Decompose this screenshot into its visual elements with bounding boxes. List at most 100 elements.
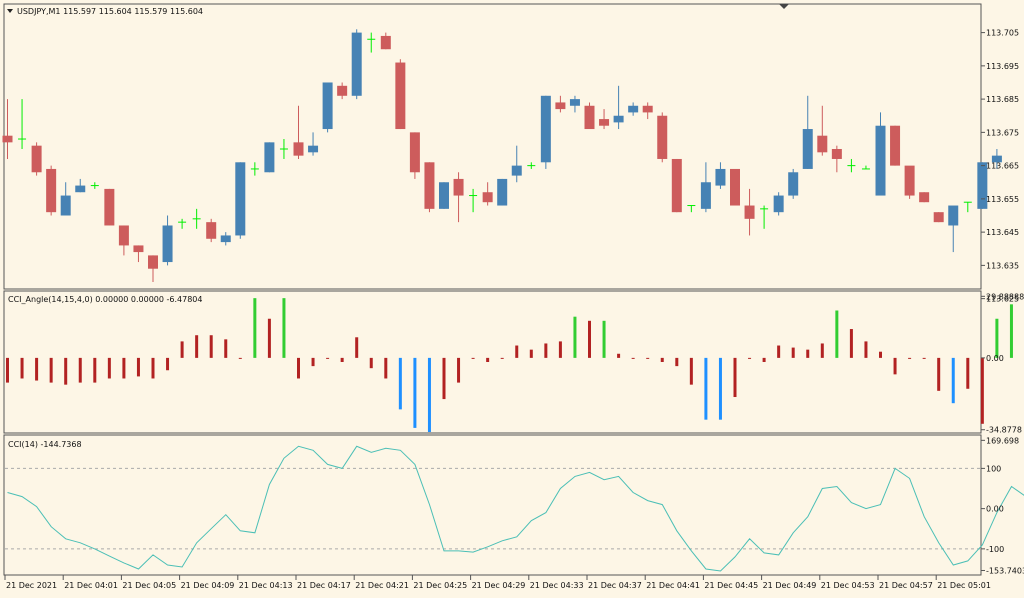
cci-angle-tick-label: 0.00 — [986, 354, 1004, 363]
cci-angle-bar — [660, 357, 664, 362]
candle-body — [380, 35, 391, 50]
trading-chart[interactable]: USDJPY,M1 115.597 115.604 115.579 115.60… — [0, 0, 1024, 598]
cci-angle-bar — [529, 349, 533, 358]
cci-angle-bar — [995, 318, 999, 358]
candle-body — [497, 178, 508, 206]
time-tick-label: 21 Dec 04:05 — [122, 581, 176, 590]
candle — [497, 178, 508, 206]
time-tick-label: 21 Dec 04:01 — [64, 581, 118, 590]
cci-angle-bar — [35, 357, 39, 381]
cci-angle-bar — [78, 357, 82, 383]
time-tick-label: 21 Dec 2021 — [6, 581, 57, 590]
cci-angle-bar — [573, 316, 577, 358]
cci-angle-bar — [151, 357, 155, 379]
candle-body — [104, 188, 115, 226]
cci-angle-bar — [558, 341, 562, 358]
candle-body — [293, 142, 304, 156]
cci-angle-bar — [980, 357, 984, 424]
candle — [730, 168, 740, 206]
candle-body — [60, 195, 71, 216]
candle — [584, 102, 595, 130]
price-tick-label: 113.645 — [986, 228, 1019, 237]
candle-body — [453, 178, 464, 196]
cci-angle-bar — [617, 353, 621, 358]
candle-body — [264, 142, 275, 173]
cci-tick-label: -100 — [986, 545, 1004, 554]
cci-tick-label: 0.00 — [986, 505, 1004, 514]
candle — [46, 165, 57, 216]
cci-angle-tick-label: -34.8778 — [986, 426, 1022, 435]
price-tick-label: 113.685 — [986, 95, 1019, 104]
candle-body — [584, 105, 595, 130]
cci-angle-bar — [413, 357, 417, 428]
cci-angle-bar — [1009, 304, 1013, 358]
cci-angle-bar — [253, 298, 257, 358]
cci-angle-bar — [762, 357, 766, 362]
candle-body — [133, 245, 144, 253]
candle-body — [730, 168, 740, 206]
cci-angle-bar — [937, 357, 941, 391]
cci-angle-bar — [820, 343, 824, 358]
time-tick-label: 21 Dec 04:17 — [297, 581, 351, 590]
candle-body — [75, 185, 86, 193]
cci-angle-bar — [500, 357, 504, 359]
candle-body — [482, 192, 493, 203]
candle-body — [555, 102, 566, 110]
cci-angle-bar — [588, 320, 591, 358]
candle-body — [569, 99, 580, 106]
time-tick-label: 21 Dec 04:25 — [413, 581, 467, 590]
candle-body — [162, 225, 173, 263]
price-tick-label: 113.695 — [986, 62, 1019, 71]
cci-angle-bar — [136, 357, 140, 377]
time-tick-label: 21 Dec 04:57 — [879, 581, 933, 590]
price-panel-title: USDJPY,M1 115.597 115.604 115.579 115.60… — [17, 7, 203, 16]
cci-angle-bar — [544, 343, 548, 358]
time-tick-label: 21 Dec 04:09 — [181, 581, 235, 590]
time-tick-label: 21 Dec 04:29 — [472, 581, 526, 590]
candle — [540, 95, 551, 169]
cci-angle-bar — [238, 357, 242, 359]
candle — [439, 182, 449, 209]
cci-angle-bar — [806, 349, 810, 358]
candle — [351, 29, 362, 100]
cci-angle-bar — [733, 357, 737, 398]
candle-body — [46, 168, 57, 213]
cci-angle-bar — [791, 347, 795, 358]
candle-body — [788, 172, 799, 196]
cci-angle-bar — [93, 357, 97, 383]
cci-angle-bar — [718, 357, 722, 420]
time-tick-label: 21 Dec 04:53 — [821, 581, 875, 590]
candle — [933, 212, 944, 223]
candle-body — [657, 115, 668, 159]
cci-angle-bar — [864, 341, 868, 358]
candle-body — [395, 62, 406, 130]
candle-body — [802, 129, 813, 169]
cci-angle-bar — [442, 357, 446, 400]
cci-angle-bar — [326, 357, 330, 359]
candle-body — [671, 158, 682, 213]
time-tick-label: 21 Dec 04:13 — [239, 581, 293, 590]
candle — [904, 165, 915, 199]
candle-body — [599, 119, 610, 126]
cci-panel-title: CCI(14) -144.7368 — [8, 440, 82, 449]
cci-tick-label: 169.698 — [986, 436, 1019, 445]
candle-body — [744, 205, 755, 219]
cci-angle-bar — [879, 351, 882, 358]
candle — [919, 192, 930, 203]
cci-angle-bar — [64, 357, 68, 385]
cci-angle-bar — [311, 357, 315, 367]
candle-body — [948, 205, 959, 226]
cci-angle-bar — [49, 357, 53, 383]
cci-angle-bar — [107, 357, 111, 379]
candle-body — [773, 195, 784, 213]
candle-body — [148, 255, 158, 269]
candle-body — [337, 85, 348, 96]
cci-angle-bar — [282, 298, 286, 358]
candle-body — [904, 165, 915, 196]
cci-angle-bar — [340, 357, 344, 362]
cci-angle-bar — [180, 341, 184, 358]
cci-angle-bar — [224, 339, 228, 358]
candle-body — [308, 145, 319, 153]
cci-angle-bar — [384, 357, 388, 379]
candle — [206, 218, 217, 243]
